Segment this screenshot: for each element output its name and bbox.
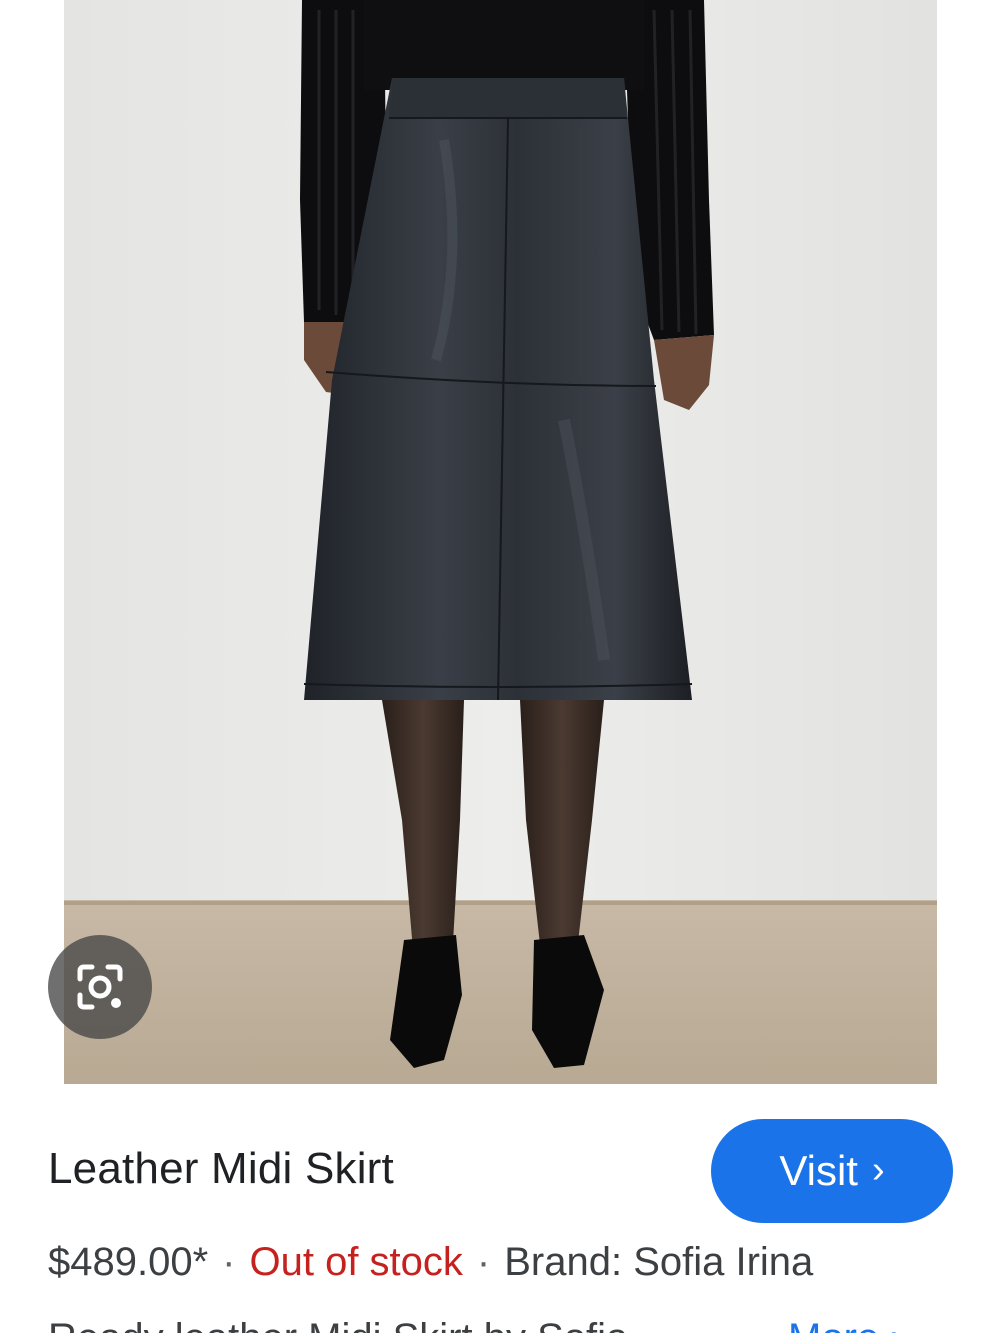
product-image[interactable] (64, 0, 937, 1084)
product-meta-line: $489.00* · Out of stock · Brand: Sofia Irina (48, 1240, 813, 1285)
product-brand: Brand: Sofia Irina (504, 1240, 814, 1284)
image-frame (0, 0, 1000, 1084)
google-lens-icon (77, 964, 123, 1010)
separator: · (222, 1240, 236, 1284)
product-description-preview: Ready leather Midi Skirt by Sofia (48, 1316, 628, 1333)
product-info-panel: Leather Midi Skirt Visit › $489.00* · Out … (0, 1084, 1000, 1333)
separator: · (476, 1240, 491, 1284)
visit-button[interactable]: Visit › (711, 1119, 953, 1223)
more-link[interactable]: More › (788, 1316, 904, 1333)
product-detail-page: Leather Midi Skirt Visit › $489.00* · Out … (0, 0, 1000, 1333)
google-lens-button[interactable] (48, 935, 152, 1039)
stock-status: Out of stock (249, 1240, 463, 1284)
visit-label: Visit (779, 1147, 858, 1194)
product-price: $489.00* (48, 1240, 209, 1284)
chevron-right-icon: › (871, 1149, 885, 1191)
product-title: Leather Midi Skirt (48, 1144, 394, 1193)
